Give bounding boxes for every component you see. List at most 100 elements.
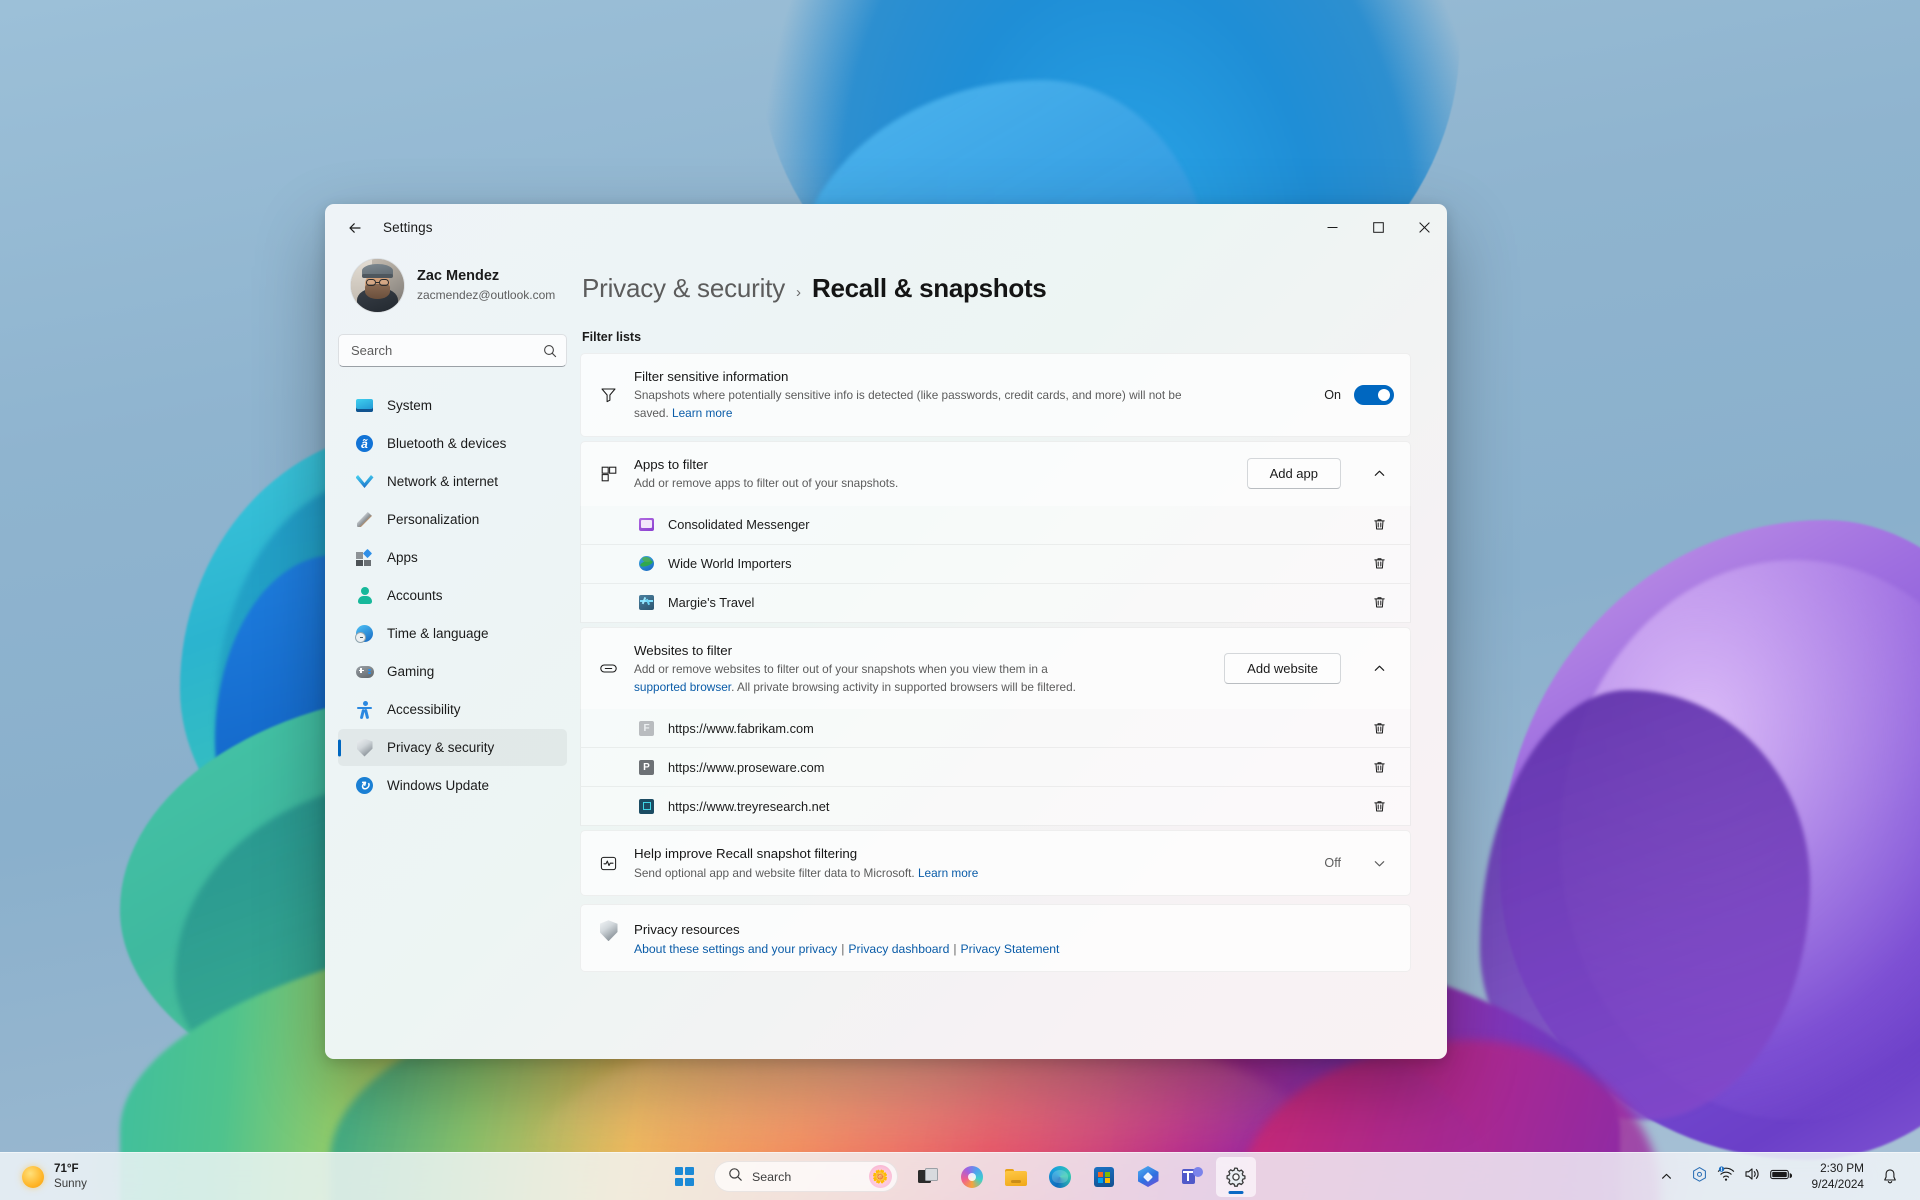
gear-icon [1225,1166,1247,1188]
about-settings-privacy-link[interactable]: About these settings and your privacy [634,942,837,956]
chevron-up-icon[interactable] [1364,653,1394,683]
window-controls [1309,204,1447,251]
help-improve-state: Off [1324,856,1341,871]
task-view-icon [918,1167,938,1186]
apps-icon [355,548,374,567]
sidebar-item-gaming[interactable]: Gaming [338,653,567,690]
taskbar-item-microsoft-edge[interactable] [1040,1157,1080,1197]
list-item-app[interactable]: Wide World Importers [580,544,1411,584]
time-language-icon [355,624,374,643]
personalization-icon [355,510,374,529]
system-tray: 2:30 PM 9/24/2024 [1654,1159,1920,1195]
search-input[interactable] [351,343,543,358]
designer-icon [1137,1166,1159,1187]
windows-logo-icon [674,1167,694,1186]
search-icon [728,1167,743,1187]
delete-website-button[interactable] [1364,714,1394,742]
list-item-website[interactable]: https://www.treyresearch.net [580,787,1411,827]
list-item-app[interactable]: Margie's Travel [580,583,1411,623]
list-item-app[interactable]: Consolidated Messenger [580,505,1411,545]
app-grid-icon [598,465,619,483]
card-description-line1: Add or remove websites to filter out of … [634,661,1048,676]
settings-sidebar: Zac Mendez zacmendez@outlook.com System [325,251,580,1059]
minimize-button[interactable] [1309,204,1355,251]
add-website-button[interactable]: Add website [1224,652,1341,684]
folder-icon [1005,1168,1027,1186]
network-icon [1717,1166,1735,1187]
sidebar-item-accessibility[interactable]: Accessibility [338,691,567,728]
sidebar-item-label: Network & internet [387,474,499,489]
shield-icon [355,738,374,757]
close-button[interactable] [1401,204,1447,251]
sidebar-item-label: Bluetooth & devices [387,436,507,451]
taskbar-item-copilot[interactable] [952,1157,992,1197]
sidebar-item-label: Time & language [387,626,489,641]
chevron-down-icon[interactable] [1364,848,1394,878]
maximize-button[interactable] [1355,204,1401,251]
list-item-website[interactable]: P https://www.proseware.com [580,748,1411,788]
privacy-dashboard-link[interactable]: Privacy dashboard [848,942,949,956]
trash-icon [1373,762,1385,773]
add-app-button[interactable]: Add app [1246,458,1341,490]
sidebar-item-personalization[interactable]: Personalization [338,501,567,538]
taskbar-item-designer[interactable] [1128,1157,1168,1197]
list-item-website[interactable]: F https://www.fabrikam.com [580,709,1411,749]
learn-more-link[interactable]: Learn more [672,406,732,420]
trash-icon [1373,723,1385,734]
sidebar-item-windows-update[interactable]: ↻ Windows Update [338,767,567,804]
delete-app-button[interactable] [1364,589,1394,617]
sidebar-item-time-language[interactable]: Time & language [338,615,567,652]
chevron-up-icon[interactable] [1364,459,1394,489]
shield-icon [598,920,619,942]
bell-icon [1884,1169,1896,1184]
page-title: Recall & snapshots [812,273,1047,303]
taskbar-item-file-explorer[interactable] [996,1157,1036,1197]
card-help-improve-recall[interactable]: Help improve Recall snapshot filtering S… [580,830,1411,897]
sidebar-item-privacy-security[interactable]: Privacy & security [338,729,567,766]
delete-website-button[interactable] [1364,753,1394,781]
search-box[interactable] [338,334,567,367]
sidebar-item-label: Personalization [387,512,480,527]
start-button[interactable] [664,1157,704,1197]
back-button[interactable] [338,213,372,243]
proseware-icon: P [638,759,655,776]
delete-app-button[interactable] [1364,550,1394,578]
clock-time: 2:30 PM [1820,1161,1864,1176]
filter-sensitive-toggle[interactable] [1354,384,1394,405]
taskbar-search[interactable]: Search 🌼 [714,1161,898,1192]
weather-widget[interactable]: 71°F Sunny [0,1162,190,1191]
delete-app-button[interactable] [1364,511,1394,539]
supported-browser-link[interactable]: supported browser [634,680,731,694]
sidebar-item-bluetooth-devices[interactable]: ã Bluetooth & devices [338,425,567,462]
teams-icon [1181,1166,1203,1187]
learn-more-link[interactable]: Learn more [918,866,978,880]
weather-condition: Sunny [54,1176,87,1190]
margies-travel-icon [638,594,655,611]
card-title: Filter sensitive information [634,369,789,384]
sidebar-item-apps[interactable]: Apps [338,539,567,576]
card-description-line2: . All private browsing activity in suppo… [731,679,1076,694]
tray-chevron-up-icon[interactable] [1654,1160,1679,1194]
sidebar-item-network-internet[interactable]: Network & internet [338,463,567,500]
lotus-icon: 🌼 [869,1165,892,1188]
battery-icon [1769,1168,1792,1186]
tray-icons-group[interactable] [1683,1160,1800,1194]
notification-bell-button[interactable] [1876,1160,1904,1194]
copilot-icon [961,1165,983,1188]
delete-website-button[interactable] [1364,792,1394,820]
taskbar-clock[interactable]: 2:30 PM 9/24/2024 [1804,1159,1872,1195]
breadcrumb-parent[interactable]: Privacy & security [582,273,785,304]
close-icon [1418,222,1430,233]
clock-date: 9/24/2024 [1811,1176,1864,1191]
update-icon: ↻ [355,776,374,795]
taskbar-item-microsoft-store[interactable] [1084,1157,1124,1197]
sidebar-item-system[interactable]: System [338,387,567,424]
volume-icon [1744,1166,1761,1187]
privacy-statement-link[interactable]: Privacy Statement [961,942,1060,956]
account-card[interactable]: Zac Mendez zacmendez@outlook.com [338,251,567,317]
card-websites-to-filter: Websites to filter Add or remove website… [580,626,1411,710]
taskbar-item-microsoft-teams[interactable] [1172,1157,1212,1197]
taskbar-item-settings[interactable] [1216,1156,1256,1197]
taskbar-item-task-view[interactable] [908,1157,948,1197]
sidebar-item-accounts[interactable]: Accounts [338,577,567,614]
